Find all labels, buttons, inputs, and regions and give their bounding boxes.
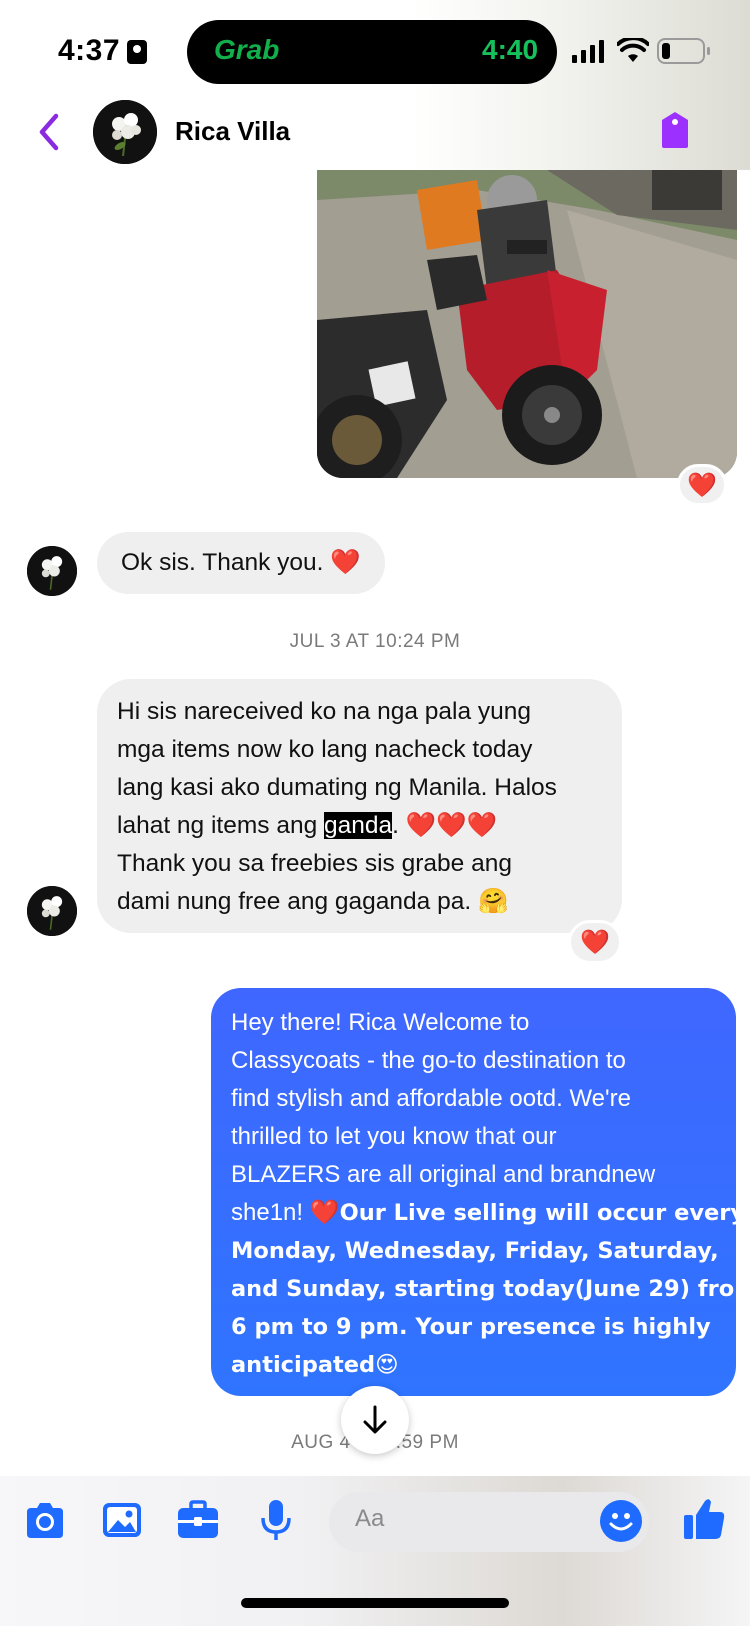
message-input-placeholder: Aa: [355, 1505, 385, 1532]
heart-reaction[interactable]: ❤️: [568, 920, 622, 964]
sent-message-bubble[interactable]: Hey there! Rica Welcome to Classycoats -…: [211, 988, 750, 1396]
status-time: 4:37: [58, 34, 121, 67]
scroll-to-bottom-button[interactable]: [341, 1386, 409, 1454]
live-activity-app: Grab: [214, 34, 280, 65]
heart-reaction-emoji: ❤️: [687, 471, 717, 499]
arrow-down-icon: [363, 1405, 387, 1434]
flower-avatar-image: [27, 886, 77, 936]
sent-photo-message[interactable]: [317, 170, 737, 478]
back-chevron-icon[interactable]: [34, 112, 64, 152]
received-message-bubble[interactable]: Hi sis nareceived ko na nga pala yung mg…: [97, 679, 622, 933]
message-text: . ❤️❤️❤️: [392, 812, 498, 839]
bold-message-line: anticipated😍: [231, 1352, 399, 1378]
bold-message-line: Monday, Wednesday, Friday, Saturday,: [231, 1238, 719, 1264]
message-line: Hi sis nareceived ko na nga pala yung: [117, 698, 532, 725]
wifi-icon: [617, 38, 649, 62]
flower-avatar-image: [93, 100, 157, 164]
sender-avatar[interactable]: [27, 546, 77, 596]
motorcycle-photo: [317, 170, 737, 478]
message-line: Hey there! Rica Welcome to: [231, 1009, 530, 1036]
message-line: she1n! ❤️Our Live selling will occur eve…: [231, 1194, 745, 1232]
camera-icon[interactable]: [23, 1498, 67, 1542]
cellular-signal-icon: [572, 40, 604, 63]
emoji-icon[interactable]: [600, 1500, 642, 1542]
contact-avatar[interactable]: [93, 100, 157, 164]
heart-reaction-emoji: ❤️: [580, 928, 610, 956]
microphone-icon[interactable]: [254, 1498, 298, 1542]
message-line: mga items now ko lang nacheck today: [117, 736, 533, 763]
home-indicator[interactable]: [241, 1598, 509, 1608]
message-line: lahat ng items ang ganda. ❤️❤️❤️: [117, 807, 602, 845]
live-activity-time: 4:40: [482, 34, 539, 65]
message-text: she1n! ❤️: [231, 1199, 340, 1226]
thumbs-up-icon[interactable]: [683, 1497, 725, 1541]
message-timestamp: JUL 3 AT 10:24 PM: [289, 631, 461, 652]
message-line: Thank you sa freebies sis grabe ang: [117, 850, 512, 877]
message-line: find stylish and affordable ootd. We're: [231, 1085, 631, 1112]
status-bar: 4:37 Grab 4:40: [0, 0, 750, 100]
message-text: Ok sis. Thank you. ❤️: [121, 549, 361, 576]
bold-message-text: Our Live selling will occur every: [339, 1200, 746, 1226]
bold-message-line: and Sunday, starting today(June 29) from: [231, 1276, 750, 1302]
message-line: thrilled to let you know that our: [231, 1123, 557, 1150]
sender-avatar[interactable]: [27, 886, 77, 936]
message-line: BLAZERS are all original and brandnew: [231, 1161, 656, 1188]
message-line: lang kasi ako dumating ng Manila. Halos: [117, 774, 557, 801]
message-text: lahat ng items ang: [117, 812, 325, 839]
message-line: Classycoats - the go-to destination to: [231, 1047, 626, 1074]
contact-card-icon: [127, 40, 147, 64]
briefcase-icon[interactable]: [176, 1498, 220, 1542]
tag-icon[interactable]: [658, 110, 692, 150]
highlighted-text[interactable]: ganda: [324, 812, 393, 839]
received-message-bubble[interactable]: Ok sis. Thank you. ❤️: [97, 532, 385, 594]
bold-message-line: 6 pm to 9 pm. Your presence is highly: [231, 1314, 711, 1340]
photo-icon[interactable]: [100, 1498, 144, 1542]
contact-name[interactable]: Rica Villa: [175, 116, 290, 147]
smiley-face-icon: [609, 1513, 633, 1531]
battery-icon: [657, 38, 710, 64]
flower-avatar-image: [27, 546, 77, 596]
message-line: dami nung free ang gaganda pa. 🤗: [117, 888, 509, 915]
heart-reaction[interactable]: ❤️: [677, 464, 727, 506]
